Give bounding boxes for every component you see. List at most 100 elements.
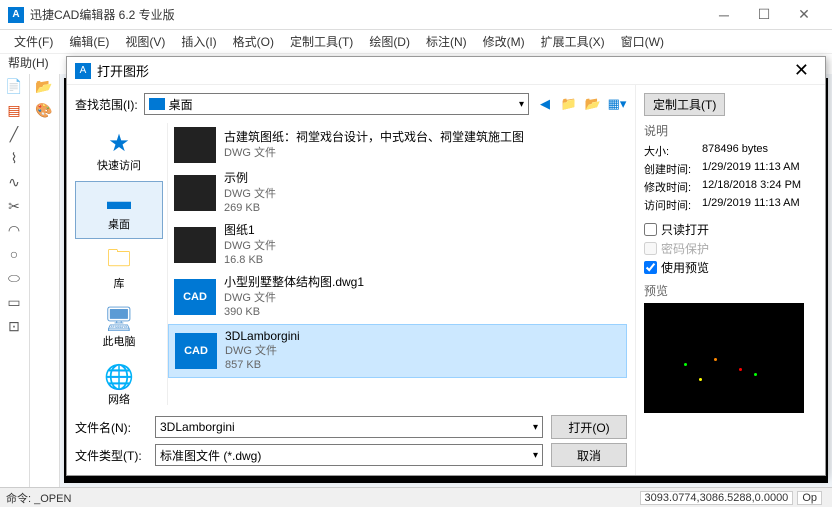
- file-size: 390 KB: [224, 305, 364, 319]
- dialog-titlebar: A 打开图形 ✕: [67, 57, 825, 85]
- tool-layers-icon[interactable]: ▤: [0, 98, 28, 122]
- filetype-label: 文件类型(T):: [75, 447, 147, 464]
- file-type: DWG 文件: [225, 344, 300, 358]
- file-name: 3DLamborgini: [225, 329, 300, 345]
- prop-value: 12/18/2018 3:24 PM: [702, 179, 817, 195]
- menu-help[interactable]: 帮助(H): [8, 56, 49, 70]
- tool-new-icon[interactable]: 📄: [0, 74, 28, 98]
- open-button[interactable]: 打开(O): [551, 415, 627, 439]
- file-name: 小型别墅整体结构图.dwg1: [224, 275, 364, 291]
- menu-tools[interactable]: 定制工具(T): [284, 31, 359, 52]
- file-thumb: [174, 127, 216, 163]
- menu-format[interactable]: 格式(O): [227, 31, 280, 52]
- statusbar: 命令: _OPEN 3093.0774,3086.5288,0.0000 Op: [0, 487, 832, 507]
- cancel-button[interactable]: 取消: [551, 443, 627, 467]
- tool-polyline-icon[interactable]: ⌇: [0, 146, 28, 170]
- readonly-checkbox[interactable]: 只读打开: [644, 221, 817, 238]
- dialog-logo: A: [75, 63, 91, 79]
- menubar: 文件(F) 编辑(E) 视图(V) 插入(I) 格式(O) 定制工具(T) 绘图…: [0, 30, 832, 54]
- description-label: 说明: [644, 122, 817, 139]
- maximize-button[interactable]: ☐: [744, 0, 784, 30]
- desktop-icon: [149, 98, 165, 110]
- prop-key: 大小:: [644, 143, 698, 159]
- filename-input[interactable]: 3DLamborgini▾: [155, 416, 543, 438]
- file-item[interactable]: 图纸1DWG 文件16.8 KB: [168, 219, 627, 271]
- dialog-title: 打开图形: [97, 61, 786, 80]
- lookin-label: 查找范围(I):: [75, 96, 138, 113]
- prop-value: 878496 bytes: [702, 143, 817, 159]
- file-type: DWG 文件: [224, 146, 524, 160]
- place-item[interactable]: 🌐网络: [75, 357, 163, 405]
- tool-trim-icon[interactable]: ✂: [0, 194, 28, 218]
- file-name: 图纸1: [224, 223, 276, 239]
- menu-file[interactable]: 文件(F): [8, 31, 59, 52]
- dialog-close-icon[interactable]: ✕: [786, 60, 817, 81]
- filetype-dropdown[interactable]: 标准图文件 (*.dwg)▾: [155, 444, 543, 466]
- place-icon: ▬: [101, 188, 137, 216]
- tool-circle-icon[interactable]: ○: [0, 242, 28, 266]
- filename-label: 文件名(N):: [75, 419, 147, 436]
- nav-newfolder-icon[interactable]: 📂: [583, 94, 603, 114]
- place-item[interactable]: 🖥此电脑: [75, 299, 163, 355]
- menu-window[interactable]: 窗口(W): [615, 31, 670, 52]
- menu-draw[interactable]: 绘图(D): [363, 31, 416, 52]
- tool-ellipse-icon[interactable]: ⬭: [0, 266, 28, 290]
- place-icon: 🌐: [101, 363, 137, 391]
- status-op: Op: [797, 491, 822, 505]
- places-bar: ★快速访问▬桌面🗀库🖥此电脑🌐网络: [75, 123, 163, 405]
- nav-back-icon[interactable]: ◀: [535, 94, 555, 114]
- tool-point-icon[interactable]: ⊡: [0, 314, 28, 338]
- preview-label: 预览: [644, 282, 817, 299]
- tool-open-icon[interactable]: 📂: [30, 74, 58, 98]
- menu-extend[interactable]: 扩展工具(X): [535, 31, 611, 52]
- place-label: 此电脑: [103, 333, 136, 349]
- file-size: 857 KB: [225, 358, 300, 372]
- file-size: 16.8 KB: [224, 253, 276, 267]
- menu-view[interactable]: 视图(V): [119, 31, 171, 52]
- tool-spline-icon[interactable]: ∿: [0, 170, 28, 194]
- cad-icon: CAD: [174, 279, 216, 315]
- tool-arc-icon[interactable]: ◠: [0, 218, 28, 242]
- menu-modify[interactable]: 修改(M): [477, 31, 531, 52]
- file-item[interactable]: 示例DWG 文件269 KB: [168, 167, 627, 219]
- file-size: 269 KB: [224, 201, 276, 215]
- usepreview-checkbox[interactable]: 使用预览: [644, 259, 817, 276]
- lookin-dropdown[interactable]: 桌面 ▾: [144, 93, 529, 115]
- prop-value: 1/29/2019 11:13 AM: [702, 197, 817, 213]
- file-type: DWG 文件: [224, 187, 276, 201]
- prop-key: 访问时间:: [644, 197, 698, 213]
- minimize-button[interactable]: ─: [704, 0, 744, 30]
- file-item[interactable]: CAD小型别墅整体结构图.dwg1DWG 文件390 KB: [168, 271, 627, 323]
- app-title: 迅捷CAD编辑器 6.2 专业版: [30, 6, 704, 23]
- menu-dimension[interactable]: 标注(N): [420, 31, 473, 52]
- password-checkbox[interactable]: 密码保护: [644, 240, 817, 257]
- tool-rect-icon[interactable]: ▭: [0, 290, 28, 314]
- preview-image: [644, 303, 804, 413]
- place-icon: ★: [101, 129, 137, 157]
- place-item[interactable]: ★快速访问: [75, 123, 163, 179]
- file-thumb: [174, 175, 216, 211]
- menu-edit[interactable]: 编辑(E): [63, 31, 115, 52]
- lookin-value: 桌面: [169, 96, 193, 113]
- file-thumb: [174, 227, 216, 263]
- place-icon: 🗀: [101, 247, 137, 275]
- tool-line-icon[interactable]: ╱: [0, 122, 28, 146]
- coordinates: 3093.0774,3086.5288,0.0000: [640, 491, 794, 505]
- file-item[interactable]: CAD3DLamborginiDWG 文件857 KB: [168, 324, 627, 378]
- place-item[interactable]: ▬桌面: [75, 181, 163, 239]
- file-item[interactable]: 古建筑图纸：祠堂戏台设计，中式戏台、祠堂建筑施工图DWG 文件: [168, 123, 627, 167]
- prop-key: 修改时间:: [644, 179, 698, 195]
- command-line[interactable]: 命令: _OPEN: [6, 490, 640, 506]
- close-button[interactable]: ✕: [784, 0, 824, 30]
- tool-color-icon[interactable]: 🎨: [30, 98, 58, 122]
- prop-key: 创建时间:: [644, 161, 698, 177]
- nav-view-icon[interactable]: ▦▾: [607, 94, 627, 114]
- custom-tools-button[interactable]: 定制工具(T): [644, 93, 725, 116]
- menu-insert[interactable]: 插入(I): [175, 31, 222, 52]
- place-item[interactable]: 🗀库: [75, 241, 163, 297]
- nav-up-icon[interactable]: 📁: [559, 94, 579, 114]
- place-label: 桌面: [108, 216, 130, 232]
- place-label: 快速访问: [97, 157, 141, 173]
- open-dialog: A 打开图形 ✕ 查找范围(I): 桌面 ▾ ◀ 📁 📂 ▦▾ ★快: [66, 56, 826, 476]
- file-list[interactable]: 古建筑图纸：祠堂戏台设计，中式戏台、祠堂建筑施工图DWG 文件示例DWG 文件2…: [167, 123, 627, 405]
